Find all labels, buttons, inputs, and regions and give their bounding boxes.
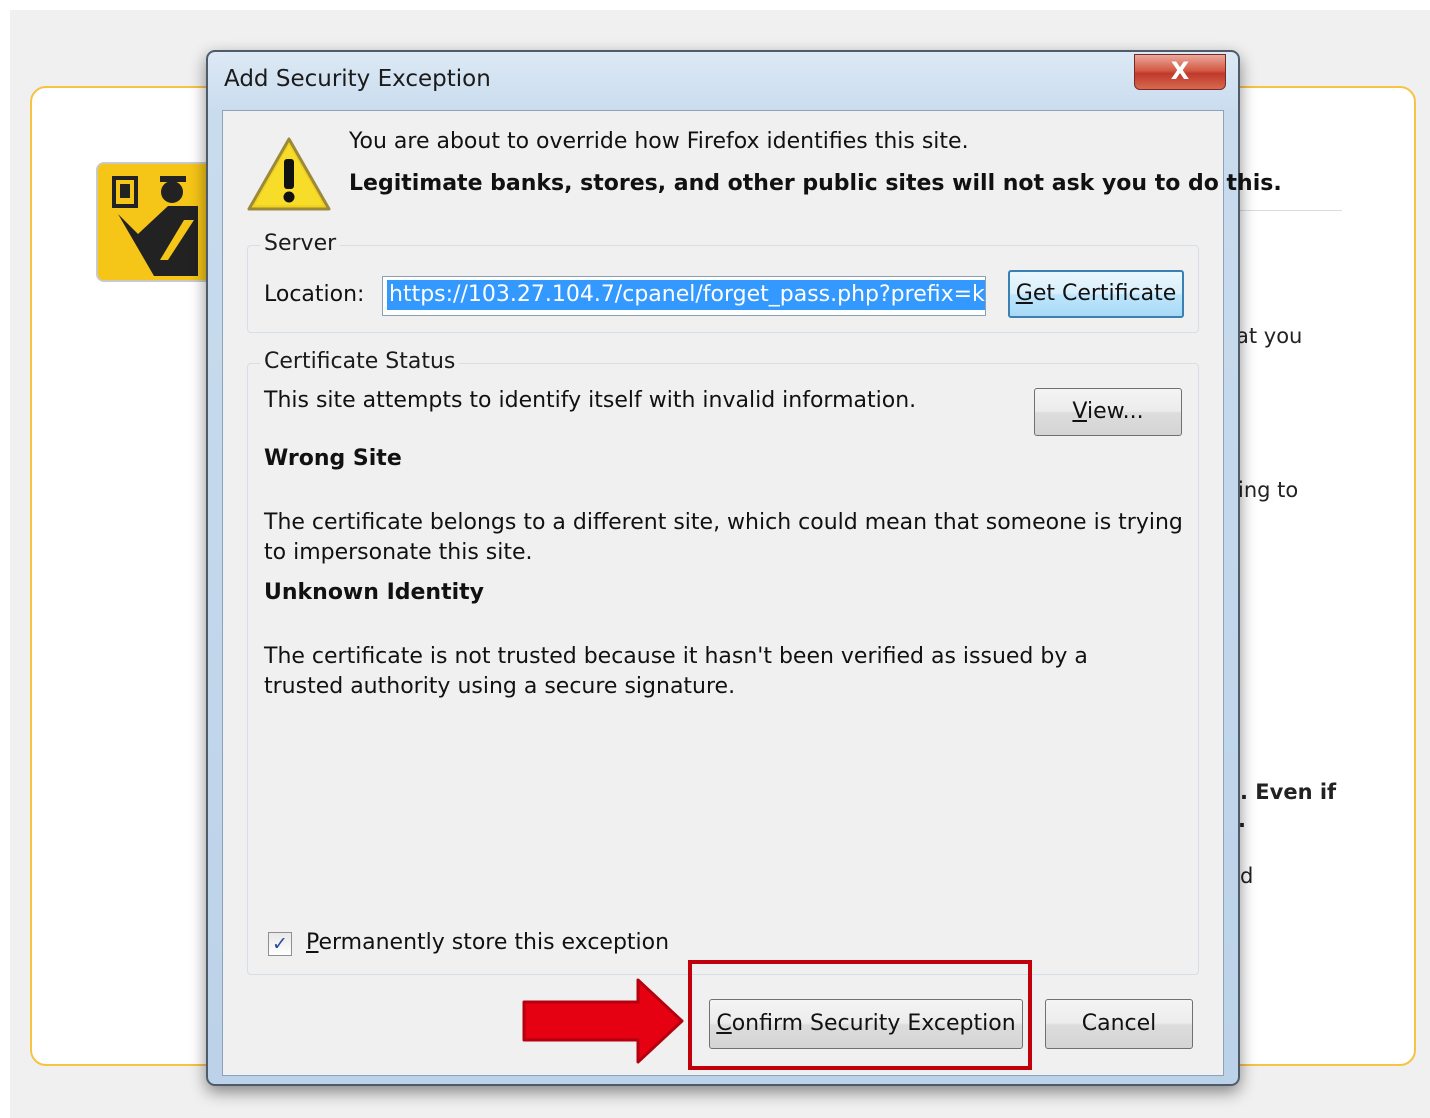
get-certificate-accesskey: G <box>1015 281 1033 306</box>
unknown-identity-text: The certificate is not trusted because i… <box>264 644 1088 699</box>
unknown-identity-heading: Unknown Identity <box>264 580 485 605</box>
dialog-title: Add Security Exception <box>224 66 491 92</box>
add-security-exception-dialog: Add Security Exception X You are about t… <box>206 50 1282 1086</box>
get-certificate-label: et Certificate <box>1032 281 1177 306</box>
annotation-highlight-box <box>688 960 1032 1070</box>
certificate-status-legend: Certificate Status <box>260 349 460 374</box>
dialog-titlebar[interactable]: Add Security Exception X <box>208 52 1238 110</box>
permanent-store-checkbox[interactable]: ✓ <box>268 932 292 956</box>
dialog-content: You are about to override how Firefox id… <box>222 110 1282 1076</box>
background-text-fragment: d <box>1240 864 1254 888</box>
view-label: iew... <box>1086 399 1144 424</box>
get-certificate-button[interactable]: Get Certificate <box>1008 270 1184 318</box>
permanent-store-text: ermanently store this exception <box>318 930 670 955</box>
background-text-fragment: at you <box>1236 324 1303 348</box>
wrong-site-text: The certificate belongs to a different s… <box>264 510 1183 565</box>
permanent-store-label[interactable]: Permanently store this exception <box>306 930 669 955</box>
server-legend: Server <box>260 231 341 256</box>
location-label: Location: <box>264 282 365 307</box>
background-divider <box>1240 210 1342 211</box>
view-button[interactable]: View... <box>1034 388 1182 436</box>
close-icon: X <box>1170 57 1190 85</box>
server-group: Server Location: https://103.27.104.7/cp… <box>247 231 1199 333</box>
arrow-right-icon <box>522 978 684 1064</box>
background-text-fragment: ing to <box>1238 478 1299 502</box>
permanent-store-accesskey: P <box>306 930 319 955</box>
view-accesskey: V <box>1072 399 1087 424</box>
cancel-button[interactable]: Cancel <box>1045 999 1193 1049</box>
checkbox-icon: ✓ <box>272 933 288 955</box>
status-intro-text: This site attempts to identify itself wi… <box>264 388 917 413</box>
background-text-fragment: . Even if <box>1240 780 1337 804</box>
warning-message: You are about to override how Firefox id… <box>349 129 969 154</box>
close-button[interactable]: X <box>1134 54 1226 90</box>
wrong-site-heading: Wrong Site <box>264 446 402 471</box>
warning-icon <box>247 137 331 211</box>
passport-officer-icon <box>96 162 214 282</box>
location-input[interactable]: https://103.27.104.7/cpanel/forget_pass.… <box>382 276 986 316</box>
warning-message-bold: Legitimate banks, stores, and other publ… <box>349 171 1282 196</box>
certificate-status-group: Certificate Status This site attempts to… <box>247 349 1199 975</box>
location-value: https://103.27.104.7/cpanel/forget_pass.… <box>387 280 985 310</box>
